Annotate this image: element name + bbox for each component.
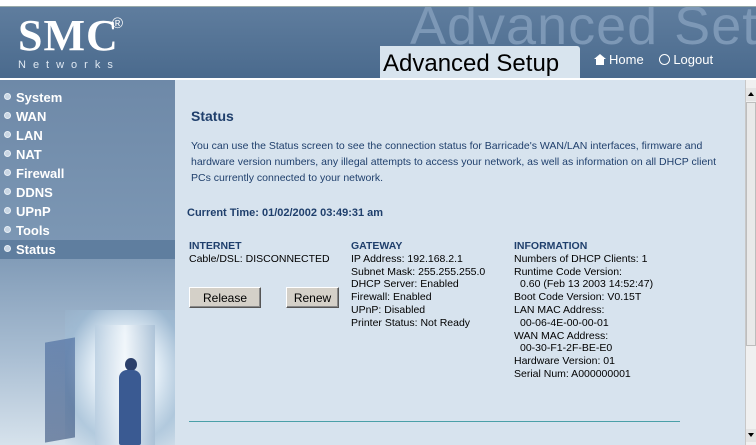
section-heading: Status — [191, 108, 234, 124]
sidebar-item-label: WAN — [16, 109, 47, 124]
header-banner: Advanced Setup SMC ® Networks — [0, 7, 756, 78]
sidebar-item-label: Firewall — [16, 166, 65, 181]
sidebar-menu: System WAN LAN NAT Firewall DDNS UPnP To… — [0, 80, 175, 445]
home-label: Home — [609, 52, 644, 67]
sidebar-item-wan[interactable]: WAN — [0, 107, 175, 126]
sidebar-item-tools[interactable]: Tools — [0, 221, 175, 240]
sidebar-item-label: DDNS — [16, 185, 53, 200]
sidebar-item-label: System — [16, 90, 63, 105]
photo-person — [117, 358, 143, 445]
page-title: Advanced Setup — [383, 50, 560, 77]
person-body — [119, 370, 141, 445]
sidebar-item-ddns[interactable]: DDNS — [0, 183, 175, 202]
hardware-version: Hardware Version: 01 — [514, 355, 615, 368]
release-button[interactable]: Release — [189, 287, 261, 308]
renew-button[interactable]: Renew — [286, 287, 339, 308]
cable-dsl-status: Cable/DSL: DISCONNECTED — [189, 252, 330, 265]
internet-heading: INTERNET — [189, 240, 242, 252]
logout-label: Logout — [673, 52, 714, 67]
sidebar-item-label: LAN — [16, 128, 43, 143]
sidebar-item-status[interactable]: Status — [0, 240, 175, 259]
gateway-dhcp: DHCP Server: Enabled — [351, 278, 459, 291]
dhcp-clients: Numbers of DHCP Clients: 1 — [514, 252, 648, 265]
bullet-icon — [4, 169, 11, 176]
bullet-icon — [4, 188, 11, 195]
sidebar-item-label: NAT — [16, 147, 42, 162]
bullet-icon — [4, 226, 11, 233]
smc-logo: SMC — [18, 11, 119, 60]
scroll-down-icon[interactable] — [746, 429, 756, 442]
divider — [189, 421, 680, 422]
logout-icon — [659, 54, 671, 65]
information-heading: INFORMATION — [514, 240, 588, 252]
sidebar-item-system[interactable]: System — [0, 88, 175, 107]
vertical-scrollbar[interactable] — [745, 80, 756, 445]
current-time: Current Time: 01/02/2002 03:49:31 am — [187, 207, 384, 219]
information-column: INFORMATION Numbers of DHCP Clients: 1 R… — [514, 240, 653, 381]
scroll-thumb[interactable] — [746, 102, 756, 346]
home-link[interactable]: Home — [594, 52, 644, 67]
decorative-photo — [45, 300, 175, 445]
photo-shadow — [45, 337, 75, 443]
main-content: Status You can use the Status screen to … — [175, 80, 745, 445]
bullet-icon — [4, 150, 11, 157]
sidebar-item-firewall[interactable]: Firewall — [0, 164, 175, 183]
bullet-icon — [4, 207, 11, 214]
networks-wordmark: Networks — [18, 59, 120, 71]
top-border — [0, 0, 756, 7]
home-icon — [594, 54, 606, 65]
gateway-column: GATEWAY IP Address: 192.168.2.1 Subnet M… — [351, 240, 485, 330]
gateway-heading: GATEWAY — [351, 240, 403, 252]
gateway-firewall: Firewall: Enabled — [351, 291, 432, 304]
bullet-icon — [4, 245, 11, 252]
lan-mac-value: 00-06-4E-00-00-01 — [520, 316, 609, 329]
scroll-up-icon[interactable] — [746, 88, 756, 101]
sidebar-item-upnp[interactable]: UPnP — [0, 202, 175, 221]
logout-link[interactable]: Logout — [647, 52, 713, 67]
gateway-ip: IP Address: 192.168.2.1 — [351, 252, 463, 265]
header-nav: Home Logout — [594, 52, 713, 67]
gateway-subnet: Subnet Mask: 255.255.255.0 — [351, 265, 486, 278]
sidebar-item-label: UPnP — [16, 204, 51, 219]
gateway-printer: Printer Status: Not Ready — [351, 316, 471, 329]
gateway-upnp: UPnP: Disabled — [351, 303, 426, 316]
runtime-value: 0.60 (Feb 13 2003 14:52:47) — [520, 278, 654, 291]
internet-column: INTERNET Cable/DSL: DISCONNECTED — [189, 240, 330, 266]
sidebar-item-nat[interactable]: NAT — [0, 145, 175, 164]
runtime-label: Runtime Code Version: — [514, 265, 622, 278]
wan-mac-label: WAN MAC Address: — [514, 329, 609, 342]
bullet-icon — [4, 131, 11, 138]
serial-number: Serial Num: A000000001 — [514, 367, 631, 380]
wan-mac-value: 00-30-F1-2F-BE-E0 — [520, 342, 613, 355]
registered-mark: ® — [112, 15, 124, 32]
bullet-icon — [4, 93, 11, 100]
sidebar-item-label: Status — [16, 242, 56, 257]
sidebar-item-lan[interactable]: LAN — [0, 126, 175, 145]
lan-mac-label: LAN MAC Address: — [514, 303, 605, 316]
intro-text: You can use the Status screen to see the… — [191, 140, 717, 184]
boot-version: Boot Code Version: V0.15T — [514, 291, 642, 304]
bullet-icon — [4, 112, 11, 119]
sidebar-item-label: Tools — [16, 223, 50, 238]
